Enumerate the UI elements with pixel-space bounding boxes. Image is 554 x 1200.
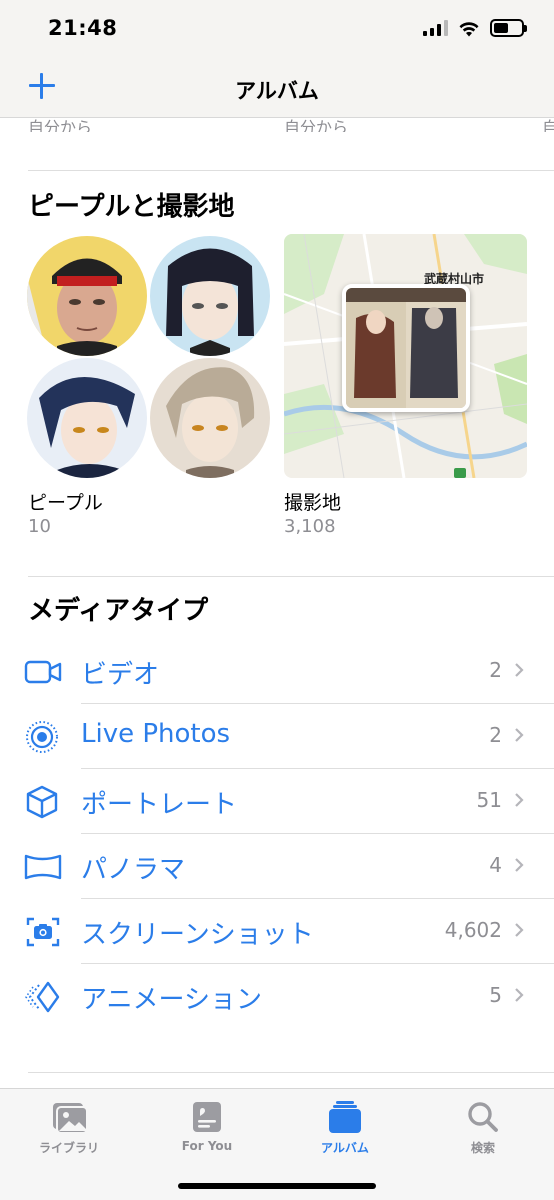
cellular-signal-icon: [423, 20, 448, 36]
media-label: ポートレート: [81, 790, 238, 820]
row-separator: [81, 963, 554, 964]
media-label: Live Photos: [81, 719, 231, 749]
media-count: 4,602: [444, 918, 502, 942]
media-row-screenshot[interactable]: スクリーンショット 4,602: [0, 900, 554, 964]
animation-icon: [24, 979, 62, 1015]
album-subtitle: 自分から: [284, 118, 349, 132]
row-separator: [81, 898, 554, 899]
tab-label: アルバム: [321, 1141, 369, 1155]
tab-for-you[interactable]: For You: [152, 1099, 262, 1153]
row-separator: [81, 703, 554, 704]
row-separator: [81, 768, 554, 769]
media-label: ビデオ: [81, 660, 160, 690]
tab-label: ライブラリ: [38, 1141, 99, 1155]
person-face-2: [150, 236, 270, 356]
people-label: ピープル: [28, 492, 103, 514]
chevron-right-icon: [515, 793, 524, 807]
media-row-portrait[interactable]: ポートレート 51: [0, 770, 554, 834]
tab-label: 検索: [470, 1141, 495, 1155]
media-count: 51: [476, 788, 502, 812]
media-label: パノラマ: [81, 855, 186, 885]
video-icon: [24, 654, 62, 690]
status-time: 21:48: [48, 16, 118, 40]
tab-library[interactable]: ライブラリ: [14, 1099, 124, 1156]
album-subtitle: 自分から: [28, 118, 93, 132]
media-row-panorama[interactable]: パノラマ 4: [0, 835, 554, 899]
albums-icon: [325, 1099, 365, 1135]
media-count: 2: [489, 723, 502, 747]
person-face-3: [27, 358, 147, 478]
screenshot-icon: [24, 914, 62, 950]
places-map: 武蔵村山市: [284, 234, 527, 478]
media-row-animation[interactable]: アニメーション 5: [0, 965, 554, 1029]
status-bar: 21:48: [0, 0, 554, 60]
status-icons: [423, 19, 527, 37]
media-row-video[interactable]: ビデオ 2: [0, 640, 554, 704]
panorama-icon: [24, 849, 62, 885]
section-title-media-types: メディアタイプ: [28, 596, 209, 626]
search-icon: [463, 1099, 503, 1135]
places-count: 3,108: [284, 516, 336, 537]
navigation-bar: アルバム: [0, 60, 554, 118]
section-title-people-places: ピープルと撮影地: [28, 192, 235, 222]
tab-albums[interactable]: アルバム: [290, 1099, 400, 1156]
page-title: アルバム: [235, 79, 319, 103]
chevron-right-icon: [515, 923, 524, 937]
people-count: 10: [28, 516, 51, 537]
tab-search[interactable]: 検索: [428, 1099, 538, 1156]
home-indicator: [178, 1183, 376, 1189]
row-separator: [81, 833, 554, 834]
chevron-right-icon: [515, 728, 524, 742]
person-face-4: [150, 358, 270, 478]
chevron-right-icon: [515, 858, 524, 872]
chevron-right-icon: [515, 663, 524, 677]
section-divider: [28, 576, 554, 577]
previous-album-row: 自分から 自分から 自: [28, 114, 554, 132]
map-photo-thumbnail: [342, 284, 470, 412]
tab-label: For You: [181, 1139, 233, 1153]
media-count: 5: [489, 983, 502, 1007]
photo-library-icon: [49, 1099, 89, 1135]
media-row-live-photos[interactable]: Live Photos 2: [0, 705, 554, 769]
battery-icon: [490, 19, 527, 37]
media-count: 4: [489, 853, 502, 877]
section-divider: [28, 1072, 554, 1073]
wifi-icon: [459, 21, 479, 36]
places-label: 撮影地: [284, 492, 342, 514]
chevron-right-icon: [515, 988, 524, 1002]
album-subtitle: 自: [542, 118, 554, 132]
section-divider: [28, 170, 554, 171]
media-count: 2: [489, 658, 502, 682]
for-you-icon: [187, 1099, 227, 1135]
media-label: アニメーション: [81, 985, 262, 1015]
person-face-1: [27, 236, 147, 356]
live-photos-icon: [24, 719, 62, 755]
portrait-cube-icon: [24, 784, 62, 820]
media-label: スクリーンショット: [81, 920, 314, 950]
